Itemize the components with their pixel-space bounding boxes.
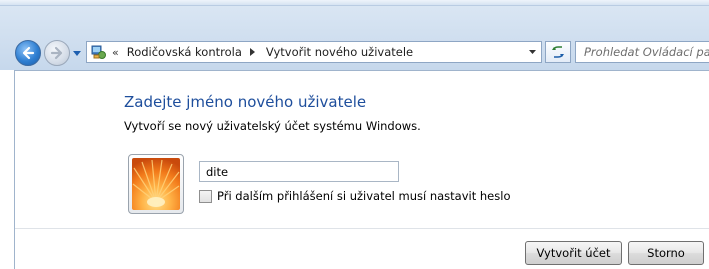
refresh-button[interactable]	[545, 41, 571, 63]
user-picture-flower	[132, 158, 180, 210]
search-box[interactable]	[575, 41, 709, 63]
history-dropdown-icon	[73, 51, 81, 56]
refresh-icon	[552, 46, 564, 58]
title-bar-strip	[0, 0, 709, 6]
password-requirement-label[interactable]: Při dalším přihlášení si uživatel musí n…	[217, 189, 510, 203]
page-title: Zadejte jméno nového uživatele	[124, 93, 367, 111]
breadcrumb-create-user[interactable]: Vytvořit nového uživatele	[266, 45, 413, 59]
breadcrumb-overflow[interactable]: «	[112, 46, 119, 59]
breadcrumb-separator-icon[interactable]	[249, 47, 258, 57]
back-button[interactable]	[15, 40, 41, 66]
address-bar[interactable]: « Rodičovská kontrola Vytvořit nového už…	[86, 41, 542, 63]
back-arrow-icon	[22, 46, 35, 60]
password-requirement-checkbox[interactable]	[199, 189, 212, 203]
password-requirement-option[interactable]: Při dalším přihlášení si uživatel musí n…	[199, 189, 510, 203]
control-panel-icon	[90, 43, 108, 61]
username-field[interactable]	[199, 161, 399, 182]
address-dropdown-button[interactable]	[524, 42, 541, 62]
create-account-button[interactable]: Vytvořit účet	[525, 241, 622, 265]
breadcrumb-parental-controls[interactable]: Rodičovská kontrola	[127, 45, 242, 59]
cancel-button[interactable]: Storno	[628, 241, 704, 265]
user-picture-frame	[128, 154, 184, 214]
footer-divider	[15, 228, 709, 229]
forward-button[interactable]	[44, 40, 70, 66]
forward-arrow-icon	[50, 46, 63, 60]
search-input[interactable]	[576, 42, 709, 62]
recent-pages-button[interactable]	[72, 49, 82, 59]
page-description: Vytvoří se nový uživatelský účet systému…	[124, 119, 421, 133]
chevron-down-icon	[529, 50, 536, 54]
